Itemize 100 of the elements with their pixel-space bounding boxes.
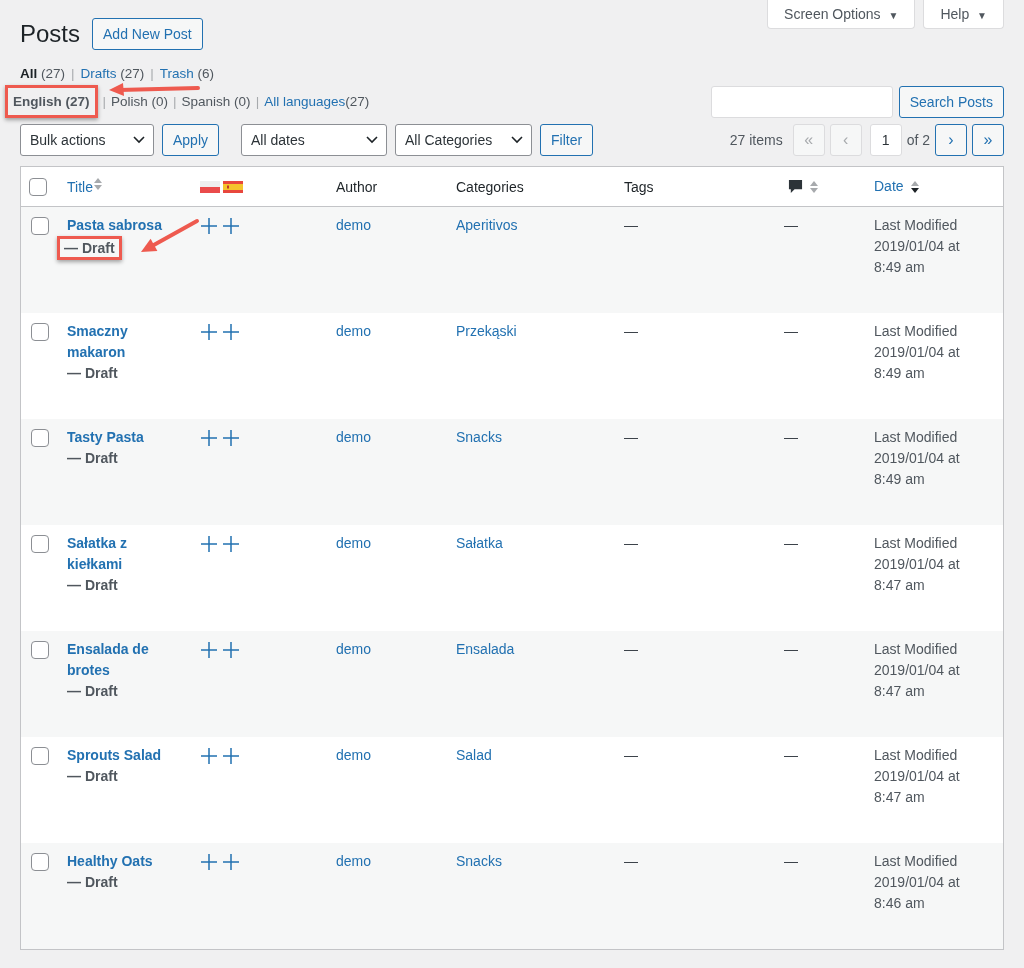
page-nav-button[interactable]: › [935,124,967,156]
chevron-icon [511,136,524,144]
tags-cell: — [624,323,638,339]
post-title-link[interactable]: Sprouts Salad [67,745,162,766]
category-link[interactable]: Ensalada [456,641,515,657]
status-filter-link[interactable]: All (27) [20,66,66,81]
category-link[interactable]: Snacks [456,853,502,869]
separator: | [150,66,154,81]
tags-cell: — [624,853,638,869]
comments-cell: — [784,217,798,233]
page-nav-button[interactable]: » [972,124,1004,156]
add-translation-icon[interactable] [200,747,218,765]
author-link[interactable]: demo [336,747,372,763]
date-cell-text: Last Modified 2019/01/04 at 8:46 am [874,852,961,913]
post-status: — Draft [57,236,122,260]
post-title-link[interactable]: Healthy Oats [67,851,153,872]
separator: | [255,94,260,109]
category-link[interactable]: Salad [456,747,492,763]
tags-cell: — [624,535,638,551]
author-link[interactable]: demo [336,323,372,339]
separator: | [173,94,177,109]
comments-cell: — [784,641,798,657]
post-title-link[interactable]: Pasta sabrosa [67,215,162,236]
row-checkbox[interactable] [31,747,49,765]
author-link[interactable]: demo [336,217,372,233]
add-translation-icon[interactable] [222,429,240,447]
status-filter-link[interactable]: Trash (6) [159,66,215,81]
items-count: 27 items [729,132,783,148]
row-checkbox[interactable] [31,853,49,871]
page-number-field[interactable]: 1 [869,124,902,156]
tags-cell: — [624,641,638,657]
status-filter-link[interactable]: Drafts (27) [80,66,145,81]
add-translation-icon[interactable] [200,535,218,553]
row-checkbox[interactable] [31,429,49,447]
screen-meta-tab[interactable]: Help ▼ [923,0,1004,29]
author-link[interactable]: demo [336,429,372,445]
post-status: — Draft [67,874,118,890]
row-checkbox[interactable] [31,323,49,341]
comments-cell: — [784,429,798,445]
screen-meta-tab[interactable]: Screen Options ▼ [767,0,916,29]
search-field[interactable] [710,85,893,118]
separator: | [71,66,75,81]
column-sort-link[interactable]: Date [874,176,904,197]
language-filter-link[interactable]: Polish (0) [111,94,169,109]
row-checkbox[interactable] [31,641,49,659]
language-filter-link[interactable]: Spanish (0) [181,94,251,109]
post-status: — Draft [67,683,118,699]
chevron-icon [133,136,145,144]
tags-cell: — [624,429,638,445]
tags-cell: — [624,217,638,233]
separator: | [102,94,107,109]
post-title-link[interactable]: Ensalada de brotes [67,639,184,681]
category-link[interactable]: Sałatka [456,535,503,551]
filter-button[interactable]: Filter [540,124,594,156]
comments-cell: — [784,747,798,763]
row-checkbox[interactable] [31,217,49,235]
post-title-link[interactable]: Tasty Pasta [67,427,144,448]
add-translation-icon[interactable] [200,641,218,659]
select-all-checkbox[interactable] [29,177,47,196]
add-translation-icon[interactable] [222,217,240,235]
add-translation-icon[interactable] [222,323,240,341]
post-status: — Draft [67,365,118,381]
polish-flag-icon [200,180,220,193]
author-link[interactable]: demo [336,853,372,869]
add-translation-icon[interactable] [222,747,240,765]
chevron-icon [366,136,379,144]
add-new-post-button[interactable]: Add New Post [92,18,203,50]
category-link[interactable]: Aperitivos [456,217,518,233]
date-cell-text: Last Modified 2019/01/04 at 8:47 am [874,640,961,701]
language-filter-link[interactable]: English (27) [5,85,98,118]
author-link[interactable]: demo [336,535,372,551]
post-title-link[interactable]: Smaczny makaron [67,321,184,363]
post-status: — Draft [67,450,118,466]
add-translation-icon[interactable] [222,641,240,659]
comments-cell: — [784,535,798,551]
post-status: — Draft [67,768,118,784]
row-checkbox[interactable] [31,535,49,553]
add-translation-icon[interactable] [222,853,240,871]
comments-cell: — [784,853,798,869]
add-translation-icon[interactable] [222,535,240,553]
date-cell-text: Last Modified 2019/01/04 at 8:49 am [874,322,961,383]
add-translation-icon[interactable] [200,217,218,235]
post-title-link[interactable]: Sałatka z kiełkami [67,533,184,575]
column-sort-link[interactable]: Title [67,178,93,195]
bulk-actions-dropdown[interactable]: Bulk actions [20,124,154,156]
dates-dropdown[interactable]: All dates [241,124,388,156]
apply-button[interactable]: Apply [162,124,220,156]
add-translation-icon[interactable] [200,323,218,341]
category-link[interactable]: Przekąski [456,323,517,339]
add-translation-icon[interactable] [200,853,218,871]
category-link[interactable]: Snacks [456,429,502,445]
date-cell-text: Last Modified 2019/01/04 at 8:49 am [874,428,961,489]
page-title: Posts [20,20,81,48]
page-total: of 2 [906,132,930,148]
post-status: — Draft [67,577,118,593]
add-translation-icon[interactable] [200,429,218,447]
author-link[interactable]: demo [336,641,372,657]
language-filter-link[interactable]: All languages(27) [264,94,370,109]
search-posts-button[interactable]: Search Posts [898,85,1004,118]
categories-dropdown[interactable]: All Categories [395,124,533,156]
